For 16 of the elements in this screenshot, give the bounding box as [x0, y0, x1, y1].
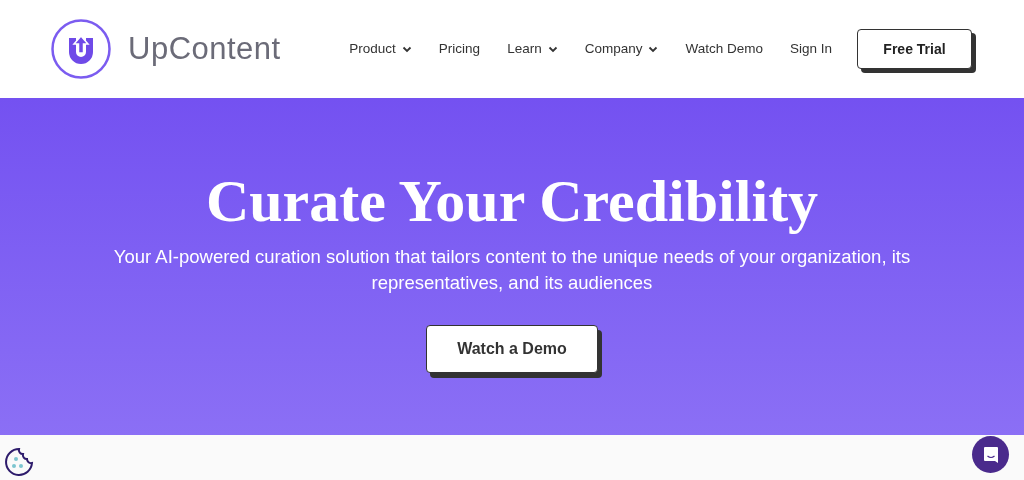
cookie-icon[interactable]: [3, 446, 35, 478]
logo-text[interactable]: UpContent: [128, 25, 281, 73]
chevron-down-icon: [547, 45, 558, 53]
nav-link[interactable]: Learn: [507, 38, 558, 60]
nav-link[interactable]: Watch Demo: [685, 38, 763, 60]
nav-link[interactable]: Pricing: [438, 38, 481, 60]
logo-icon[interactable]: [51, 19, 111, 79]
chevron-down-icon: [401, 45, 412, 53]
nav-link[interactable]: Product: [349, 38, 412, 60]
chevron-down-icon: [648, 45, 659, 53]
nav-link[interactable]: Company: [584, 38, 659, 60]
nav-link[interactable]: Sign In: [789, 38, 832, 60]
chat-button[interactable]: [972, 436, 1009, 473]
hero-subtitle: Your AI-powered curation solution that tailors content to the unique needs of your organization, its representatives, and its audiences: [112, 245, 912, 295]
hero-title: Curate Your Credibility: [205, 167, 819, 236]
chat-icon: [982, 445, 999, 464]
